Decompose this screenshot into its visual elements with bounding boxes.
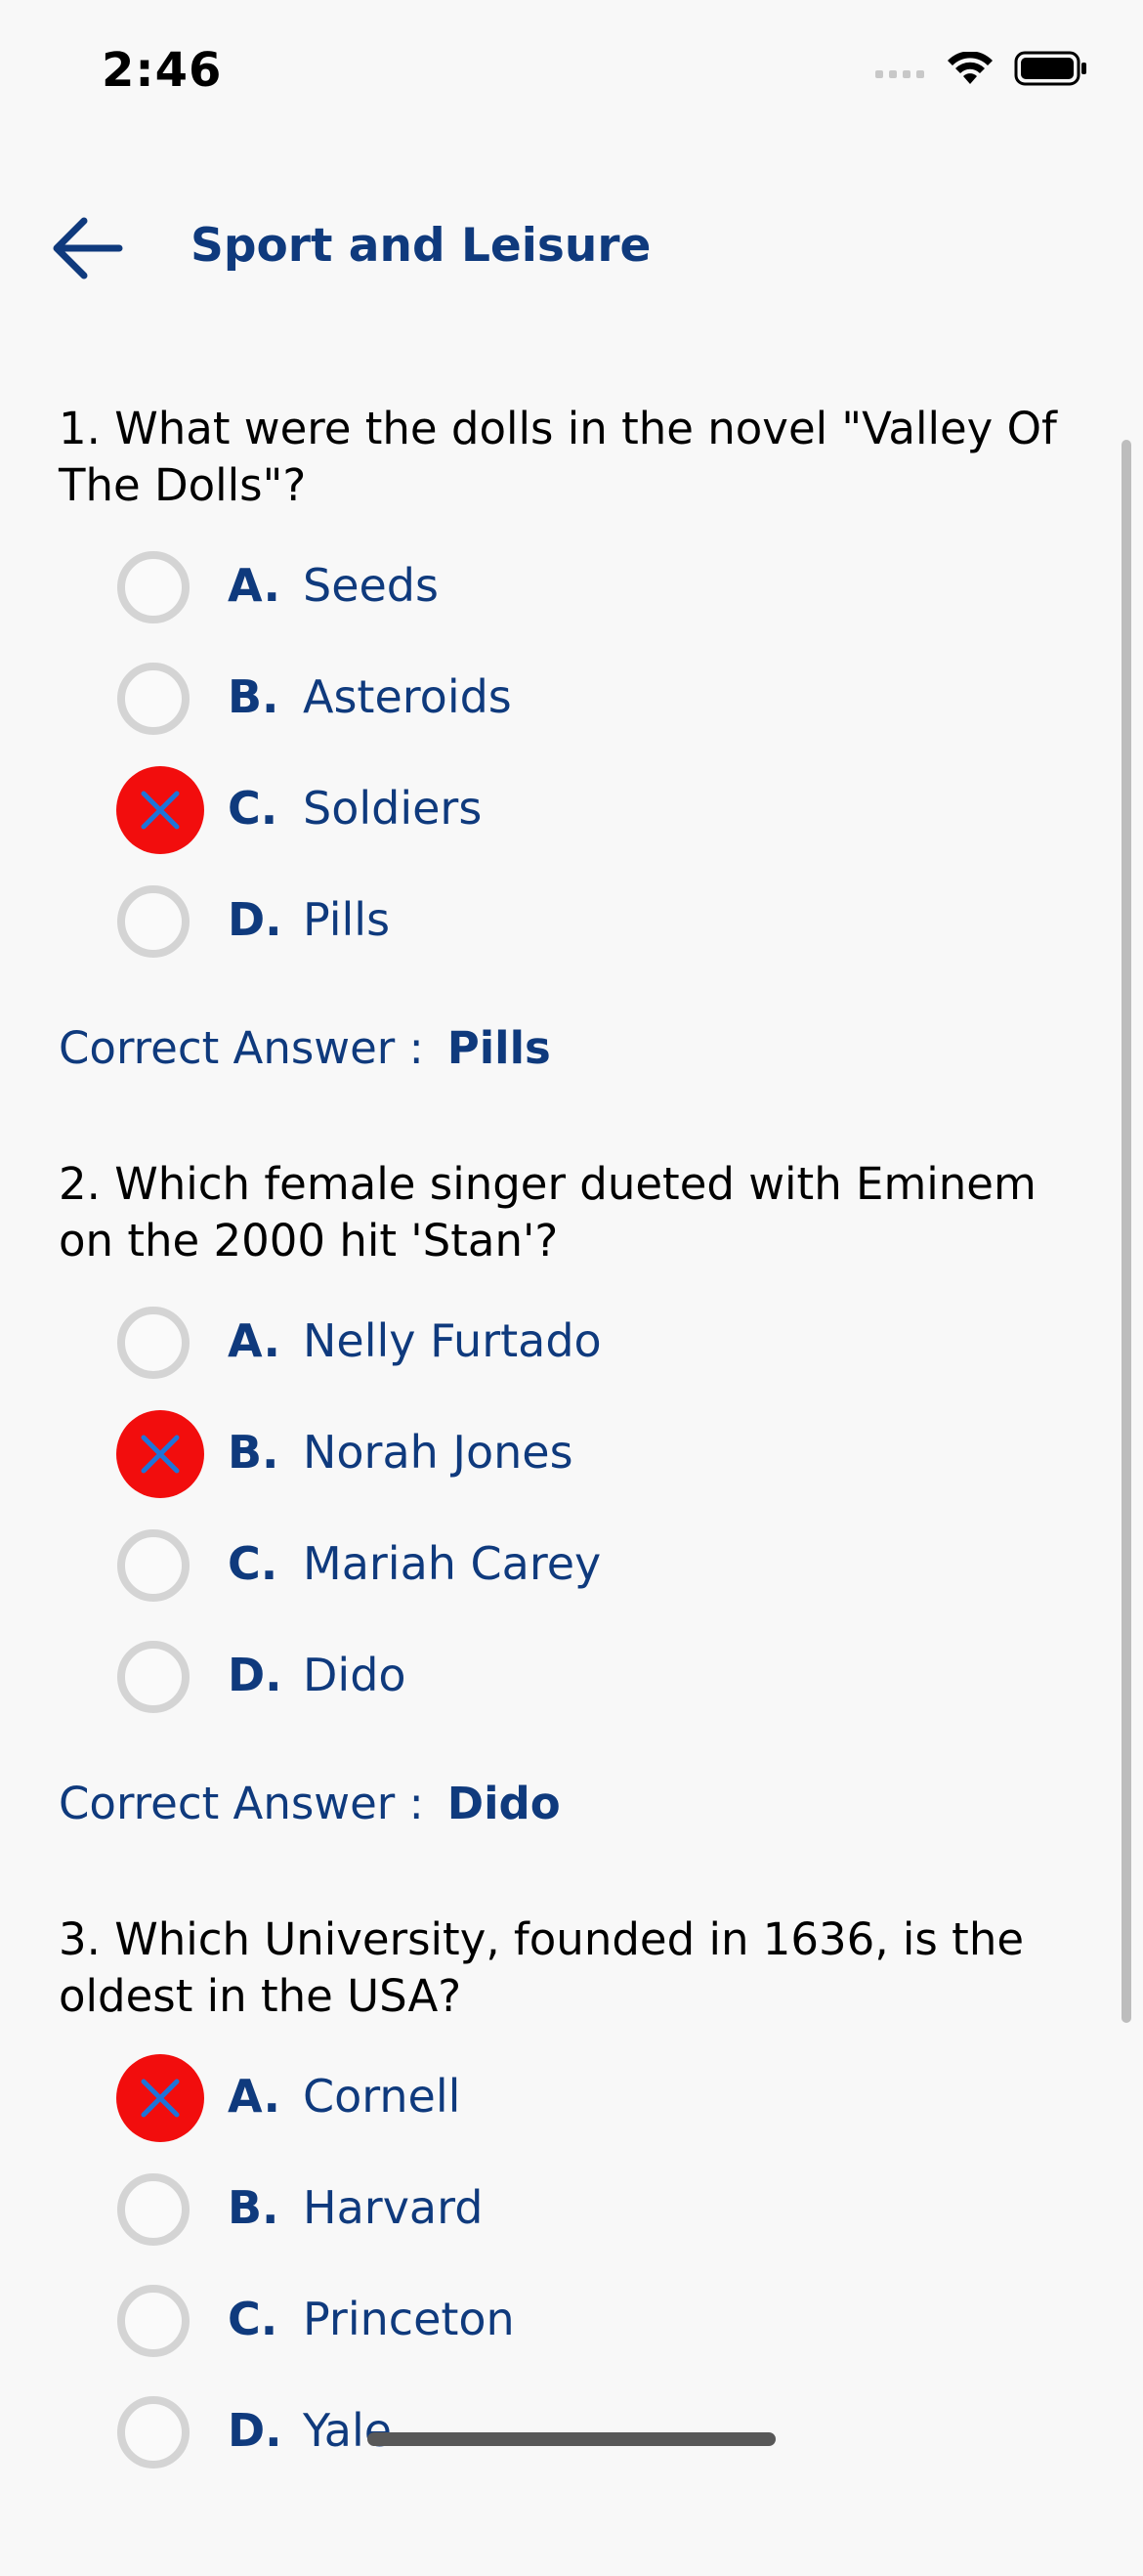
option-b[interactable]: B. Harvard [0,2160,1143,2271]
home-indicator[interactable] [367,2432,776,2446]
question-block: 2. Which female singer dueted with Emine… [0,1156,1143,1829]
option-text: Asteroids [303,670,512,723]
option-letter: B. [228,2181,279,2234]
option-d[interactable]: D. Pills [0,872,1143,983]
back-button[interactable] [49,213,127,283]
radio-unselected-icon [117,2285,190,2357]
wrong-answer-icon [116,1410,204,1498]
option-a[interactable]: A. Seeds [0,537,1143,649]
status-bar: 2:46 [0,0,1143,147]
option-text: Harvard [303,2181,484,2234]
option-b[interactable]: B. Asteroids [0,649,1143,760]
option-letter: D. [228,1649,282,1701]
radio-unselected-icon [117,885,190,958]
radio-unselected-icon [117,1641,190,1713]
arrow-left-icon [49,217,127,287]
status-time: 2:46 [102,43,223,98]
radio-unselected-icon [117,2173,190,2246]
option-letter: A. [228,559,280,612]
options-list: A. Seeds B. Asteroids C. Soldiers D. Pil… [0,537,1143,983]
status-icons [875,51,1088,90]
option-text: Pills [303,893,391,946]
option-text: Norah Jones [303,1426,573,1479]
page-title: Sport and Leisure [190,219,652,273]
option-letter: D. [228,893,282,946]
option-text: Soldiers [303,782,483,835]
question-block: 3. Which University, founded in 1636, is… [0,1911,1143,2494]
option-letter: A. [228,2070,280,2123]
option-a[interactable]: A. Cornell [0,2048,1143,2160]
correct-answer-value: Pills [446,1022,551,1074]
cellular-signal-icon [875,59,926,82]
battery-icon [1014,51,1088,90]
option-c[interactable]: C. Soldiers [0,760,1143,872]
correct-answer-label: Correct Answer : [59,1778,424,1829]
option-letter: C. [228,1537,278,1590]
option-letter: C. [228,782,278,835]
option-text: Yale [303,2404,393,2457]
option-a[interactable]: A. Nelly Furtado [0,1293,1143,1404]
quiz-results-list: 1. What were the dolls in the novel "Val… [0,401,1143,2576]
option-b[interactable]: B. Norah Jones [0,1404,1143,1516]
radio-unselected-icon [117,1529,190,1602]
option-text: Dido [303,1649,406,1701]
radio-unselected-icon [117,663,190,735]
header: Sport and Leisure [0,195,1143,303]
correct-answer-value: Dido [446,1778,561,1829]
option-text: Mariah Carey [303,1537,602,1590]
radio-unselected-icon [117,1307,190,1379]
option-text: Seeds [303,559,439,612]
question-text: 3. Which University, founded in 1636, is… [59,1913,1025,2022]
options-list: A. Cornell B. Harvard C. Princeton D. Ya… [0,2048,1143,2494]
option-letter: C. [228,2293,278,2345]
correct-answer-label: Correct Answer : [59,1022,424,1074]
question-text: 1. What were the dolls in the novel "Val… [59,403,1057,511]
option-text: Nelly Furtado [303,1314,602,1367]
option-text: Cornell [303,2070,461,2123]
option-letter: A. [228,1314,280,1367]
option-d[interactable]: D. Dido [0,1627,1143,1739]
wrong-answer-icon [116,2054,204,2142]
options-list: A. Nelly Furtado B. Norah Jones C. Maria… [0,1293,1143,1739]
question-text: 2. Which female singer dueted with Emine… [59,1158,1037,1267]
wifi-icon [948,51,993,89]
correct-answer-row: Correct Answer : Pills [59,1022,1143,1074]
option-letter: D. [228,2404,282,2457]
radio-unselected-icon [117,2396,190,2469]
option-c[interactable]: C. Princeton [0,2271,1143,2383]
wrong-answer-icon [116,766,204,854]
option-c[interactable]: C. Mariah Carey [0,1516,1143,1627]
radio-unselected-icon [117,551,190,623]
question-block: 1. What were the dolls in the novel "Val… [0,401,1143,1074]
option-letter: B. [228,1426,279,1479]
option-letter: B. [228,670,279,723]
correct-answer-row: Correct Answer : Dido [59,1778,1143,1829]
option-text: Princeton [303,2293,515,2345]
